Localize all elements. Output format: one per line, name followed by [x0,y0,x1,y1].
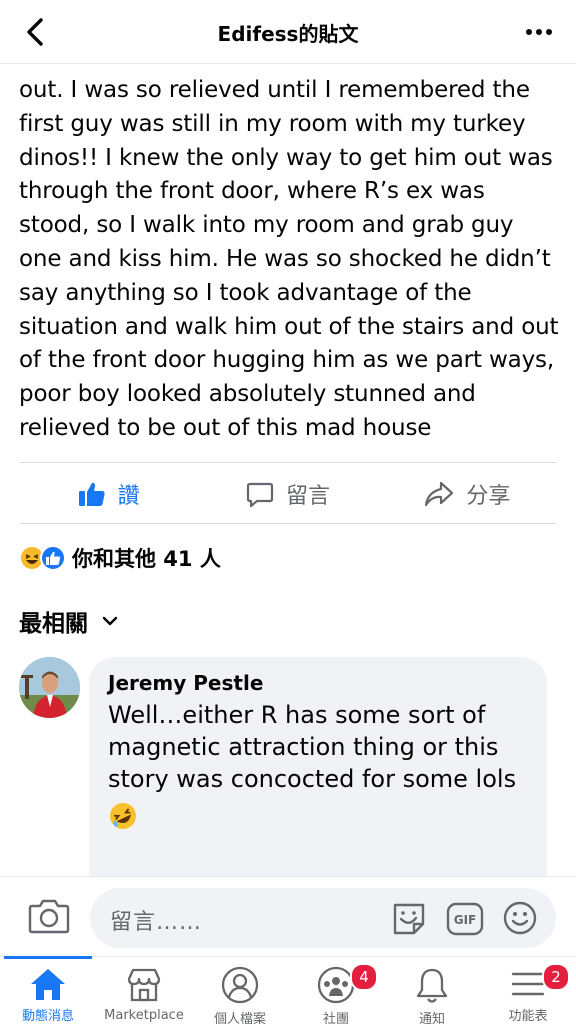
gif-icon: GIF [446,902,484,936]
camera-button[interactable] [28,897,70,935]
more-horizontal-icon [526,29,552,35]
rolling-laughing-emoji-icon [108,801,138,831]
comment-text: Well…either R has some sort of magnetic … [108,701,517,793]
comment-bubble[interactable]: Jeremy Pestle Well…either R has some sor… [89,657,547,897]
tab-profile[interactable]: 個人檔案 [192,957,288,1024]
sticker-button[interactable] [390,900,428,938]
bottom-tab-bar: 動態消息 Marketplace 個人檔案 4 社團 通知 2 功能表 [0,956,576,1024]
comment-button[interactable]: 留言 [198,464,377,524]
tab-news-feed[interactable]: 動態消息 [0,956,96,1024]
groups-badge: 4 [350,963,378,991]
sticker-icon [393,903,425,935]
like-label: 讚 [117,484,140,509]
tab-marketplace[interactable]: Marketplace [96,957,192,1024]
share-icon [425,481,454,507]
tab-label: 社團 [322,1012,349,1024]
reactions-count: 你和其他 41 人 [72,547,221,571]
camera-icon [28,899,70,934]
tab-label: Marketplace [104,1008,184,1023]
menu-badge: 2 [542,963,570,991]
profile-icon [220,965,260,1005]
sort-label: 最相關 [19,611,88,637]
tab-notifications[interactable]: 通知 [384,957,480,1024]
commenter-avatar[interactable] [19,657,80,718]
share-button[interactable]: 分享 [378,464,557,524]
top-nav-bar: Edifess的貼文 [0,0,576,64]
tab-label: 通知 [418,1012,445,1024]
smiley-icon [503,901,537,935]
comment-label: 留言 [285,484,330,509]
comment-input-placeholder: 留言…… [110,910,203,935]
home-icon [28,965,68,1002]
more-options-button[interactable] [524,18,554,46]
thumbs-up-icon [78,482,105,506]
comment-sort-dropdown[interactable]: 最相關 [19,604,118,638]
page-title: Edifess的貼文 [217,22,359,46]
reactions-summary[interactable]: 你和其他 41 人 [19,542,221,574]
tab-groups[interactable]: 4 社團 [288,957,384,1024]
post-text: out. I was so relieved until I remembere… [19,77,559,441]
tab-label: 個人檔案 [213,1012,266,1024]
tab-menu[interactable]: 2 功能表 [480,957,576,1024]
post-action-bar: 讚 留言 分享 [19,464,557,524]
comment-input[interactable]: 留言…… GIF [90,888,556,948]
tab-label: 動態消息 [21,1009,74,1024]
tab-label: 功能表 [508,1009,548,1024]
chevron-down-icon [102,616,118,626]
marketplace-icon [124,965,164,1005]
comment-composer: 留言…… GIF [0,876,576,956]
like-reaction-icon [40,545,66,571]
share-label: 分享 [466,484,511,509]
gif-button[interactable]: GIF [446,901,484,937]
emoji-button[interactable] [502,900,538,936]
comment-author[interactable]: Jeremy Pestle [108,669,528,697]
like-button[interactable]: 讚 [19,464,198,524]
actions-bottom-divider [19,523,557,524]
bell-icon [412,965,452,1005]
comment-icon [246,482,274,508]
svg-text:GIF: GIF [454,913,477,927]
actions-top-divider [19,462,557,463]
